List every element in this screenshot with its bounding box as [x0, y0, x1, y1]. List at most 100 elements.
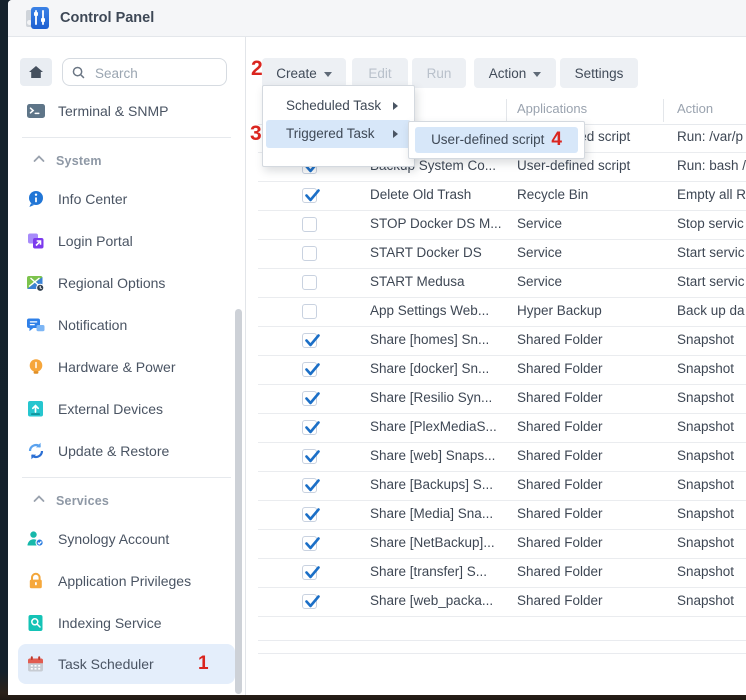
action-cell: Run: /var/p — [677, 129, 746, 144]
table-row[interactable]: Share [Media] Sna...Shared FolderSnapsho… — [258, 501, 746, 530]
run-button[interactable]: Run — [412, 58, 466, 88]
annotation-step-1: 1 — [198, 653, 209, 675]
row-checkbox[interactable] — [302, 304, 317, 319]
sidebar-item-regional-options[interactable]: Regional Options — [8, 262, 245, 304]
row-checkbox[interactable] — [302, 362, 317, 377]
column-separator — [506, 99, 507, 122]
row-checkbox[interactable] — [302, 507, 317, 522]
table-row[interactable]: Share [Backups] S...Shared FolderSnapsho… — [258, 472, 746, 501]
row-checkbox[interactable] — [302, 188, 317, 203]
action-cell: Start servic — [677, 274, 746, 289]
regional-options-icon — [26, 274, 46, 292]
annotation-step-4: 4 — [551, 129, 562, 150]
sidebar-item-label: Synology Account — [58, 531, 169, 547]
task-name-cell: Share [homes] Sn... — [370, 332, 512, 347]
sidebar-section-system[interactable]: System — [8, 144, 245, 178]
task-name-cell: START Medusa — [370, 274, 512, 289]
action-cell: Snapshot — [677, 332, 746, 347]
notification-icon — [26, 316, 46, 334]
action-cell: Start servic — [677, 245, 746, 260]
sidebar-item-label: Info Center — [58, 191, 127, 207]
row-checkbox[interactable] — [302, 449, 317, 464]
sidebar-scrollbar[interactable] — [235, 309, 242, 694]
search-icon — [71, 65, 86, 80]
sidebar-item-label: Update & Restore — [58, 443, 169, 459]
sidebar-item-notification[interactable]: Notification — [8, 304, 245, 346]
table-row[interactable]: Share [PlexMediaS...Shared FolderSnapsho… — [258, 414, 746, 443]
search-box[interactable] — [62, 58, 227, 86]
table-row[interactable]: Share [web] Snaps...Shared FolderSnapsho… — [258, 443, 746, 472]
sidebar-item-task-scheduler[interactable]: Task Scheduler1 — [18, 644, 235, 684]
sidebar-item-label: Regional Options — [58, 275, 165, 291]
sidebar-item-indexing-service[interactable]: Indexing Service — [8, 602, 245, 644]
table-row[interactable]: Share [web_packa...Shared FolderSnapshot — [258, 588, 746, 617]
row-checkbox[interactable] — [302, 565, 317, 580]
menu-item-triggered-task[interactable]: Triggered Task — [266, 120, 411, 148]
submenu-item-user-defined-script[interactable]: User-defined script4 — [415, 127, 578, 153]
edit-button[interactable]: Edit — [352, 58, 408, 88]
table-row[interactable]: Share [Resilio Syn...Shared FolderSnapsh… — [258, 385, 746, 414]
sidebar-item-update-restore[interactable]: Update & Restore — [8, 430, 245, 472]
table-row[interactable]: Share [NetBackup]...Shared FolderSnapsho… — [258, 530, 746, 559]
table-row[interactable]: Share [transfer] S...Shared FolderSnapsh… — [258, 559, 746, 588]
chevron-down-icon — [533, 72, 541, 77]
sidebar-section-services[interactable]: Services — [8, 484, 245, 518]
row-checkbox[interactable] — [302, 478, 317, 493]
sidebar-item-application-privileges[interactable]: Application Privileges — [8, 560, 245, 602]
row-checkbox[interactable] — [302, 333, 317, 348]
sidebar-item-hardware-power[interactable]: Hardware & Power — [8, 346, 245, 388]
applications-cell: Shared Folder — [517, 361, 672, 376]
task-name-cell: Share [docker] Sn... — [370, 361, 512, 376]
row-checkbox[interactable] — [302, 246, 317, 261]
sidebar-item-terminal-snmp[interactable]: Terminal & SNMP — [8, 90, 245, 132]
sidebar-item-label: Notification — [58, 317, 127, 333]
sidebar-item-external-devices[interactable]: External Devices — [8, 388, 245, 430]
row-checkbox[interactable] — [302, 420, 317, 435]
sidebar-item-info-center[interactable]: Info Center — [8, 178, 245, 220]
settings-button[interactable]: Settings — [560, 58, 638, 88]
sidebar-item-label: Application Privileges — [58, 573, 191, 589]
applications-cell: Hyper Backup — [517, 303, 672, 318]
applications-cell: Shared Folder — [517, 448, 672, 463]
column-header-applications[interactable]: Applications — [517, 101, 587, 116]
action-cell: Snapshot — [677, 506, 746, 521]
task-name-cell: START Docker DS — [370, 245, 512, 260]
titlebar: Control Panel — [8, 0, 746, 37]
row-checkbox[interactable] — [302, 536, 317, 551]
row-checkbox[interactable] — [302, 275, 317, 290]
action-cell: Snapshot — [677, 390, 746, 405]
create-button[interactable]: Create — [262, 58, 346, 88]
table-row[interactable]: Share [homes] Sn...Shared FolderSnapshot — [258, 327, 746, 356]
task-name-cell: Share [Resilio Syn... — [370, 390, 512, 405]
row-checkbox[interactable] — [302, 594, 317, 609]
application-privileges-icon — [26, 572, 46, 590]
action-cell: Snapshot — [677, 448, 746, 463]
create-submenu: User-defined script4 — [408, 121, 585, 159]
action-cell: Snapshot — [677, 535, 746, 550]
row-checkbox[interactable] — [302, 217, 317, 232]
action-button[interactable]: Action — [474, 58, 556, 88]
sidebar-item-login-portal[interactable]: Login Portal — [8, 220, 245, 262]
table-row[interactable]: Share [docker] Sn...Shared FolderSnapsho… — [258, 356, 746, 385]
sidebar-item-label: Terminal & SNMP — [58, 103, 168, 119]
update-restore-icon — [26, 442, 46, 460]
applications-cell: Recycle Bin — [517, 187, 672, 202]
table-row[interactable]: Delete Old TrashRecycle BinEmpty all R — [258, 182, 746, 211]
chevron-up-icon — [32, 492, 46, 510]
table-footer-line — [258, 640, 746, 641]
sidebar-item-synology-account[interactable]: Synology Account — [8, 518, 245, 560]
table-row[interactable]: START Docker DSServiceStart servic — [258, 240, 746, 269]
table-row[interactable]: STOP Docker DS M...ServiceStop servic — [258, 211, 746, 240]
settings-button-label: Settings — [575, 66, 624, 81]
external-devices-icon — [26, 400, 46, 418]
search-input[interactable] — [93, 60, 222, 86]
action-cell: Back up da — [677, 303, 746, 318]
row-checkbox[interactable] — [302, 391, 317, 406]
sidebar-item-label: Hardware & Power — [58, 359, 176, 375]
table-row[interactable]: START MedusaServiceStart servic — [258, 269, 746, 298]
column-header-action[interactable]: Action — [677, 101, 713, 116]
menu-item-scheduled-task[interactable]: Scheduled Task — [266, 92, 411, 120]
table-row[interactable]: App Settings Web...Hyper BackupBack up d… — [258, 298, 746, 327]
home-button[interactable] — [20, 58, 52, 86]
login-portal-icon — [26, 232, 46, 250]
